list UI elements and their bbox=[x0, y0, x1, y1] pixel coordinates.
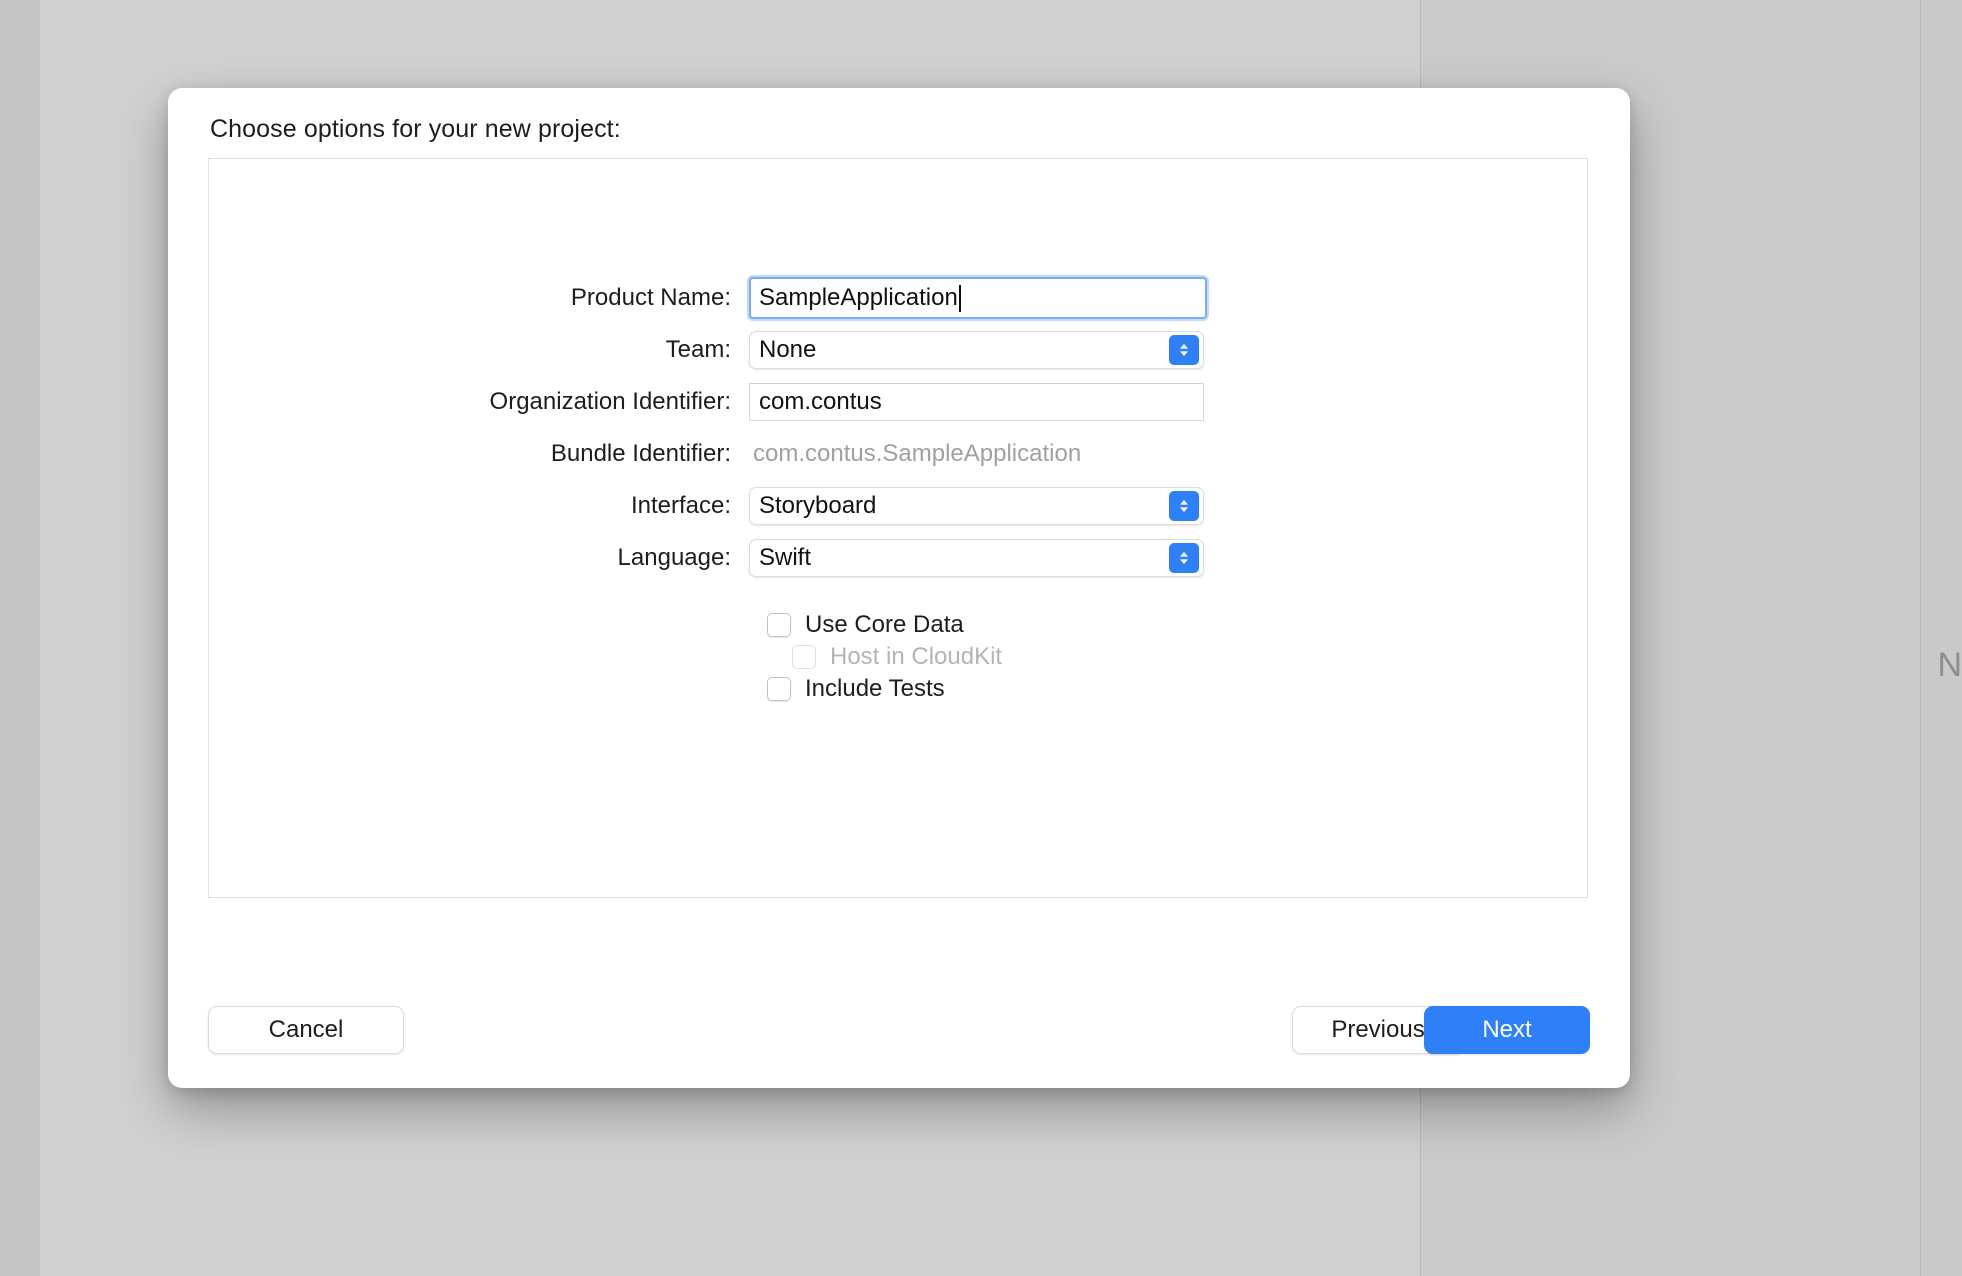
form-row-product-name: Product Name: SampleApplication bbox=[209, 273, 1587, 323]
cancel-button[interactable]: Cancel bbox=[208, 1006, 404, 1054]
options-content-panel: Product Name: SampleApplication Team: No… bbox=[208, 158, 1588, 898]
product-name-field-zone: SampleApplication bbox=[749, 277, 1207, 319]
organization-identifier-label: Organization Identifier: bbox=[209, 388, 749, 416]
product-name-input[interactable]: SampleApplication bbox=[749, 277, 1207, 319]
backdrop-left-strip bbox=[0, 0, 40, 1276]
text-caret bbox=[959, 285, 961, 312]
team-dropdown[interactable]: None bbox=[749, 331, 1204, 369]
interface-field-zone: Storyboard bbox=[749, 487, 1204, 525]
form-row-team: Team: None bbox=[209, 325, 1587, 375]
organization-identifier-value: com.contus bbox=[759, 388, 882, 416]
checkbox-row-host-in-cloudkit: Host in CloudKit bbox=[209, 641, 1587, 673]
form-row-organization-identifier: Organization Identifier: com.contus bbox=[209, 377, 1587, 427]
project-options-checkbox-group: Use Core Data Host in CloudKit Include T… bbox=[209, 609, 1587, 705]
use-core-data-checkbox[interactable] bbox=[767, 613, 791, 637]
interface-label: Interface: bbox=[209, 492, 749, 520]
product-name-label: Product Name: bbox=[209, 284, 749, 312]
dialog-title: Choose options for your new project: bbox=[210, 115, 621, 144]
team-field-zone: None bbox=[749, 331, 1204, 369]
chevron-up-down-icon[interactable] bbox=[1169, 491, 1199, 521]
product-name-value: SampleApplication bbox=[759, 284, 958, 312]
bundle-identifier-field-zone: com.contus.SampleApplication bbox=[749, 440, 1081, 468]
language-label: Language: bbox=[209, 544, 749, 572]
project-options-form: Product Name: SampleApplication Team: No… bbox=[209, 273, 1587, 585]
checkbox-row-include-tests[interactable]: Include Tests bbox=[209, 673, 1587, 705]
team-value: None bbox=[759, 336, 816, 364]
include-tests-label: Include Tests bbox=[805, 675, 945, 703]
language-field-zone: Swift bbox=[749, 539, 1204, 577]
interface-dropdown[interactable]: Storyboard bbox=[749, 487, 1204, 525]
bundle-identifier-label: Bundle Identifier: bbox=[209, 440, 749, 468]
language-dropdown[interactable]: Swift bbox=[749, 539, 1204, 577]
bundle-identifier-value: com.contus.SampleApplication bbox=[749, 440, 1081, 467]
chevron-up-down-icon[interactable] bbox=[1169, 543, 1199, 573]
organization-identifier-input[interactable]: com.contus bbox=[749, 383, 1204, 421]
new-project-options-dialog: Choose options for your new project: Pro… bbox=[168, 88, 1630, 1088]
interface-value: Storyboard bbox=[759, 492, 876, 520]
checkbox-row-use-core-data[interactable]: Use Core Data bbox=[209, 609, 1587, 641]
team-label: Team: bbox=[209, 336, 749, 364]
backdrop-right-strip bbox=[1920, 0, 1962, 1276]
use-core-data-label: Use Core Data bbox=[805, 611, 964, 639]
dialog-footer: Cancel Previous Next bbox=[168, 970, 1630, 1088]
include-tests-checkbox[interactable] bbox=[767, 677, 791, 701]
host-in-cloudkit-label: Host in CloudKit bbox=[830, 643, 1002, 671]
form-row-bundle-identifier: Bundle Identifier: com.contus.SampleAppl… bbox=[209, 429, 1587, 479]
language-value: Swift bbox=[759, 544, 811, 572]
form-row-language: Language: Swift bbox=[209, 533, 1587, 583]
host-in-cloudkit-checkbox bbox=[792, 645, 816, 669]
clipped-background-glyph: N bbox=[1937, 648, 1962, 682]
form-row-interface: Interface: Storyboard bbox=[209, 481, 1587, 531]
next-button[interactable]: Next bbox=[1424, 1006, 1590, 1054]
organization-identifier-field-zone: com.contus bbox=[749, 383, 1204, 421]
chevron-up-down-icon[interactable] bbox=[1169, 335, 1199, 365]
